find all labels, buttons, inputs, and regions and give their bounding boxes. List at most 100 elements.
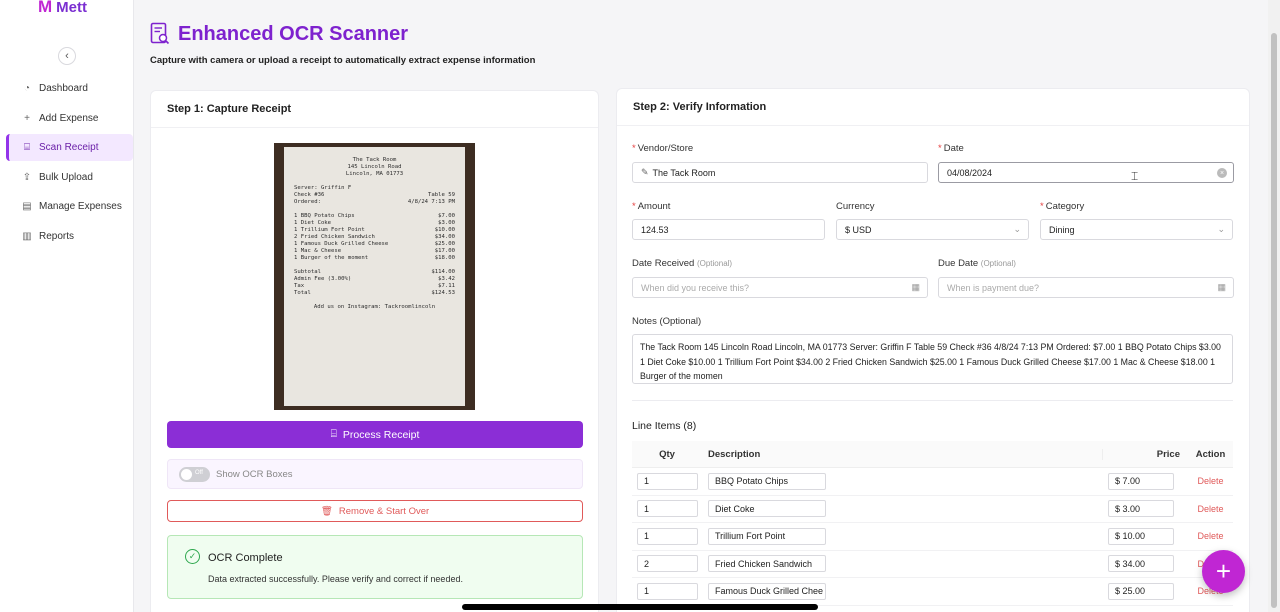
receipt-text: Server: Griffin F xyxy=(294,185,352,191)
receipt-text: Total xyxy=(294,290,311,296)
sidebar-item-label: Add Expense xyxy=(39,112,99,124)
amount-field[interactable]: 124.53 xyxy=(632,219,825,240)
qty-input[interactable]: 1 xyxy=(637,527,698,545)
currency-value: $ USD xyxy=(845,224,872,235)
qty-input[interactable]: 1 xyxy=(637,582,698,600)
receipt-text: The Tack Room xyxy=(352,157,397,163)
receipt-text: $3.00 xyxy=(438,220,455,226)
show-ocr-boxes-toggle[interactable]: Off xyxy=(179,466,210,482)
receipt-text: 1 BBQ Potato Chips xyxy=(294,213,355,219)
date-value: 04/08/2024 xyxy=(947,167,993,178)
table-row: 1 Diet Coke $ 3.00 Delete xyxy=(632,496,1233,523)
price-input[interactable]: $ 25.00 xyxy=(1108,582,1174,600)
add-fab-button[interactable]: + xyxy=(1202,550,1245,593)
delete-link[interactable]: Delete xyxy=(1197,531,1223,541)
price-input[interactable]: $ 3.00 xyxy=(1108,500,1174,518)
page-subtitle: Capture with camera or upload a receipt … xyxy=(150,55,536,66)
receipt-text: Check #36 xyxy=(294,192,325,198)
line-items-table: Qty Description Price Action 1 BBQ Potat… xyxy=(632,441,1233,606)
chevron-down-icon: ⌄ xyxy=(1217,224,1225,234)
process-receipt-button[interactable]: ⌸ Process Receipt xyxy=(167,421,583,448)
date-received-field[interactable]: When did you receive this? ▦ xyxy=(632,277,928,298)
col-qty: Qty xyxy=(659,448,675,460)
scan-document-icon xyxy=(150,22,170,45)
delete-link[interactable]: Delete xyxy=(1197,504,1223,514)
vendor-field[interactable]: ✎ The Tack Room xyxy=(632,162,928,183)
plus-icon: + xyxy=(24,112,30,124)
date-received-label: Date Received (Optional) xyxy=(632,258,733,269)
date-received-placeholder: When did you receive this? xyxy=(641,282,750,293)
edit-icon: ✎ xyxy=(641,167,649,177)
notes-textarea[interactable]: The Tack Room 145 Lincoln Road Lincoln, … xyxy=(632,334,1233,384)
notes-label: Notes (Optional) xyxy=(632,316,702,327)
calendar-icon: ▦ xyxy=(911,282,920,292)
ocr-boxes-toggle-row: Off Show OCR Boxes xyxy=(167,459,583,489)
qty-input[interactable]: 2 xyxy=(637,555,698,573)
amount-value: 124.53 xyxy=(641,224,669,235)
price-input[interactable]: $ 10.00 xyxy=(1108,527,1174,545)
currency-select[interactable]: $ USD ⌄ xyxy=(836,219,1029,240)
sidebar-item-bulk-upload[interactable]: ⇪ Bulk Upload xyxy=(6,164,133,191)
description-input[interactable]: Fried Chicken Sandwich xyxy=(708,555,826,573)
vendor-label: * Vendor/Store xyxy=(632,143,694,154)
receipt-text: Ordered: xyxy=(294,199,321,205)
receipt-text: 1 Trillium Fort Point xyxy=(294,227,365,233)
sidebar-item-add-expense[interactable]: + Add Expense xyxy=(6,105,133,132)
check-circle-icon: ✓ xyxy=(185,549,200,564)
date-field[interactable]: 04/08/2024 × xyxy=(938,162,1234,183)
plus-icon: + xyxy=(1215,556,1232,586)
remove-start-over-button[interactable]: 🗑 Remove & Start Over xyxy=(167,500,583,522)
page-title: Enhanced OCR Scanner xyxy=(178,22,409,45)
table-row: 1 BBQ Potato Chips $ 7.00 Delete xyxy=(632,468,1233,496)
description-input[interactable]: Diet Coke xyxy=(708,500,826,518)
process-receipt-label: Process Receipt xyxy=(342,428,420,441)
amount-label: * Amount xyxy=(632,201,671,212)
due-date-placeholder: When is payment due? xyxy=(947,282,1040,293)
receipt-text: Admin Fee (3.00%) xyxy=(294,276,352,282)
receipt-paper: The Tack Room 145 Lincoln Road Lincoln, … xyxy=(284,147,465,406)
category-value: Dining xyxy=(1049,224,1075,235)
due-date-field[interactable]: When is payment due? ▦ xyxy=(938,277,1234,298)
sidebar-item-dashboard[interactable]: ◔ Dashboard xyxy=(6,75,133,102)
scroll-thumb[interactable] xyxy=(1271,33,1277,608)
receipt-text: 2 Fried Chicken Sandwich xyxy=(294,234,375,240)
delete-link[interactable]: Delete xyxy=(1197,476,1223,486)
table-header: Qty Description Price Action xyxy=(632,441,1233,468)
receipt-text: $3.42 xyxy=(438,276,455,282)
sidebar-item-manage-expenses[interactable]: ▤ Manage Expenses xyxy=(6,193,133,220)
price-input[interactable]: $ 34.00 xyxy=(1108,555,1174,573)
qty-input[interactable]: 1 xyxy=(637,472,698,490)
file-icon: ▤ xyxy=(22,201,32,212)
receipt-text: Subtotal xyxy=(294,269,321,275)
page-scrollbar[interactable] xyxy=(1268,0,1280,612)
sidebar-item-label: Bulk Upload xyxy=(39,171,93,183)
clear-icon[interactable]: × xyxy=(1217,168,1227,178)
qty-input[interactable]: 1 xyxy=(637,500,698,518)
description-input[interactable]: BBQ Potato Chips xyxy=(708,472,826,490)
receipt-text: $124.53 xyxy=(431,290,455,296)
sidebar-item-label: Reports xyxy=(39,230,75,242)
col-price: Price xyxy=(1102,448,1188,460)
receipt-text: $18.00 xyxy=(434,255,455,261)
chevron-left-icon[interactable]: ‹ xyxy=(58,47,76,65)
price-input[interactable]: $ 7.00 xyxy=(1108,472,1174,490)
due-date-label: Due Date (Optional) xyxy=(938,258,1016,269)
logo-text: Mett xyxy=(56,0,87,16)
divider xyxy=(632,400,1233,401)
home-indicator xyxy=(462,604,818,610)
category-select[interactable]: Dining ⌄ xyxy=(1040,219,1233,240)
sidebar-item-reports[interactable]: ▥ Reports xyxy=(6,223,133,250)
table-row: 1 Famous Duck Grilled Chee $ 25.00 Delet… xyxy=(632,578,1233,606)
description-input[interactable]: Famous Duck Grilled Chee xyxy=(708,582,826,600)
currency-label: Currency xyxy=(836,201,875,212)
receipt-image: The Tack Room 145 Lincoln Road Lincoln, … xyxy=(274,143,475,410)
logo-mark: M xyxy=(38,0,53,16)
description-input[interactable]: Trillium Fort Point xyxy=(708,527,826,545)
sidebar-item-scan-receipt[interactable]: ⌸ Scan Receipt xyxy=(6,134,133,161)
ocr-message: Data extracted successfully. Please veri… xyxy=(208,574,463,584)
table-row: 2 Fried Chicken Sandwich $ 34.00 Delete xyxy=(632,551,1233,578)
logo[interactable]: M Mett xyxy=(38,0,87,17)
receipt-text: $114.00 xyxy=(431,269,455,275)
receipt-text: $10.00 xyxy=(434,227,455,233)
scan-icon: ⌸ xyxy=(330,428,337,440)
